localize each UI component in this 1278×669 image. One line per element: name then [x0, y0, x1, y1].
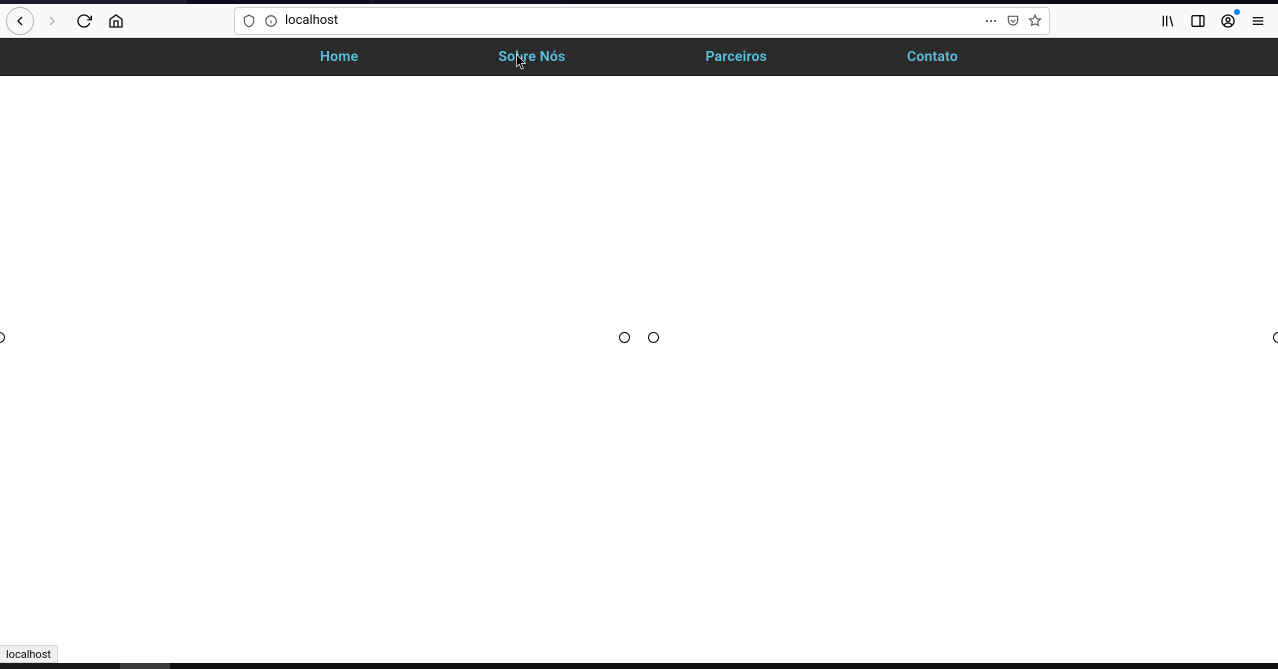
tab-segment[interactable] [372, 0, 562, 4]
account-icon[interactable] [1214, 7, 1242, 35]
carousel-dot[interactable] [619, 332, 630, 343]
menu-icon[interactable] [1244, 7, 1272, 35]
tab-segment[interactable] [0, 0, 185, 4]
nav-parceiros[interactable]: Parceiros [705, 49, 767, 65]
pocket-icon[interactable] [1005, 13, 1021, 29]
browser-toolbar: localhost [0, 4, 1278, 38]
status-text: localhost [6, 648, 51, 661]
tab-segment[interactable] [185, 0, 372, 4]
address-bar[interactable]: localhost [234, 7, 1050, 35]
bookmark-star-icon[interactable] [1027, 13, 1043, 29]
taskbar [0, 663, 1278, 669]
nav-contato[interactable]: Contato [907, 49, 958, 65]
home-button[interactable] [102, 7, 130, 35]
sidebar-icon[interactable] [1184, 7, 1212, 35]
taskbar-segment [170, 663, 1278, 669]
forward-button[interactable] [38, 7, 66, 35]
more-icon[interactable] [983, 13, 999, 29]
nav-home[interactable]: Home [320, 49, 358, 65]
tab-strip-empty [562, 0, 1278, 4]
url-text[interactable]: localhost [285, 13, 977, 28]
shield-icon[interactable] [241, 13, 257, 29]
site-nav: Home Sobre Nós Parceiros Contato [0, 38, 1278, 76]
taskbar-segment[interactable] [0, 663, 120, 669]
carousel-edge-indicator[interactable] [1273, 332, 1278, 343]
reload-button[interactable] [70, 7, 98, 35]
nav-sobre-nos[interactable]: Sobre Nós [498, 49, 565, 65]
carousel-dot[interactable] [648, 332, 659, 343]
carousel-dots [619, 332, 659, 343]
toolbar-right [1154, 7, 1272, 35]
taskbar-segment[interactable] [120, 663, 170, 669]
tab-strip [0, 0, 1278, 4]
info-icon[interactable] [263, 13, 279, 29]
page-content [0, 76, 1278, 645]
status-bar: localhost [0, 645, 58, 663]
library-icon[interactable] [1154, 7, 1182, 35]
back-button[interactable] [6, 7, 34, 35]
carousel-edge-indicator[interactable] [0, 332, 5, 343]
